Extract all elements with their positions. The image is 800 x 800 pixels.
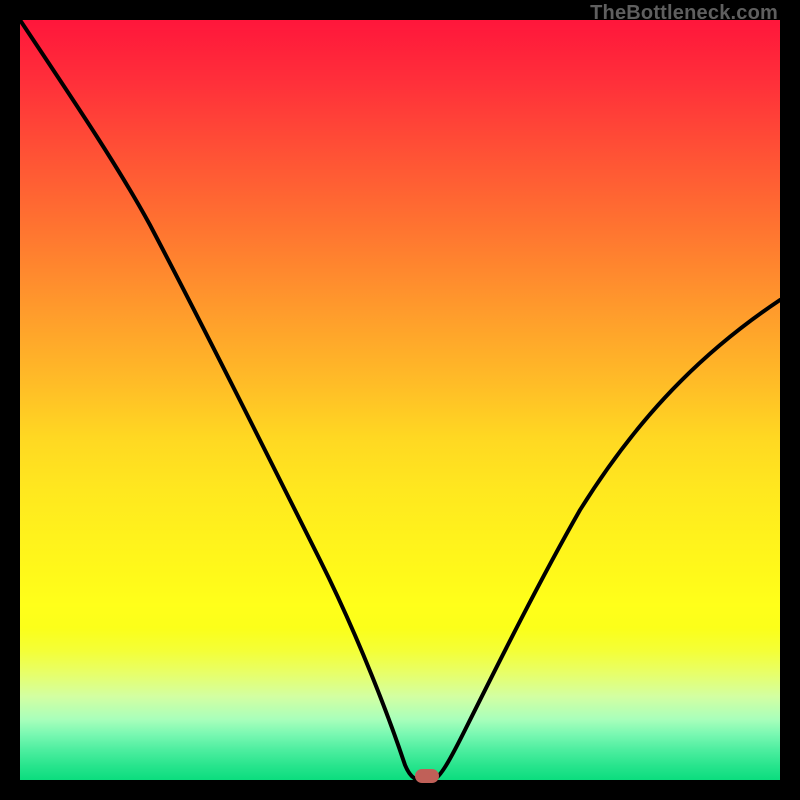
curve-path [20,20,780,780]
plot-area [20,20,780,780]
watermark-text: TheBottleneck.com [590,2,778,25]
bottleneck-curve [20,20,780,780]
minimum-marker [415,769,439,783]
chart-frame: TheBottleneck.com [0,0,800,800]
